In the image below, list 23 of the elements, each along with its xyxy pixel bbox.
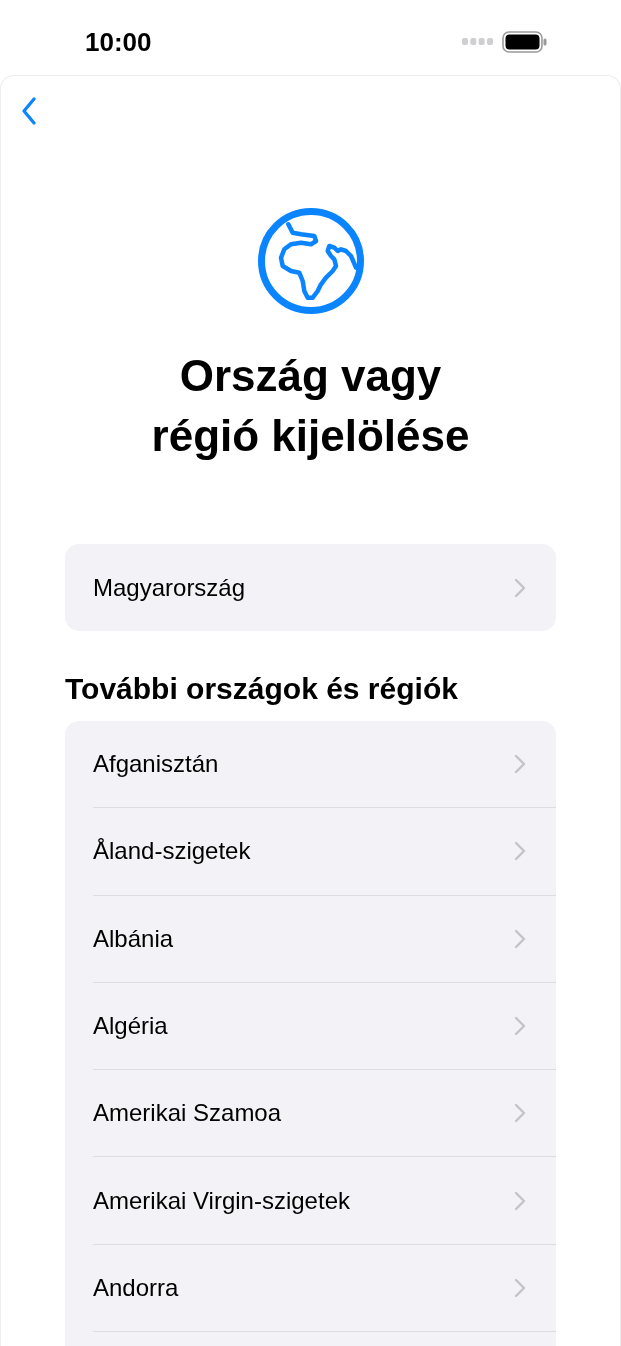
country-row[interactable]: Albánia [93, 895, 556, 983]
section-heading: További országok és régiók [65, 671, 459, 707]
country-row[interactable]: Åland-szigetek [93, 808, 556, 896]
country-row[interactable]: Amerikai Szamoa [93, 1070, 556, 1158]
signal-dots-icon [462, 38, 493, 45]
status-time: 10:00 [85, 28, 152, 55]
chevron-right-icon [514, 1103, 526, 1124]
chevron-right-icon [514, 1016, 526, 1037]
chevron-right-icon [514, 577, 526, 598]
chevron-right-icon [514, 928, 526, 949]
chevron-right-icon [514, 1277, 526, 1298]
chevron-right-icon [514, 841, 526, 862]
chevron-right-icon [514, 1190, 526, 1211]
country-row[interactable]: Algéria [93, 982, 556, 1071]
page-title: Ország vagy régió kijelölése [150, 350, 471, 462]
country-row[interactable]: Andorra [93, 1244, 556, 1333]
country-row[interactable]: Magyarország [65, 544, 556, 631]
chevron-right-icon [514, 754, 526, 775]
country-row[interactable]: Afganisztán [93, 721, 556, 809]
globe-icon [257, 208, 364, 314]
country-row[interactable]: Amerikai Virgin-szigetek [93, 1157, 556, 1245]
chevron-left-icon [21, 97, 37, 125]
battery-icon [502, 30, 547, 53]
